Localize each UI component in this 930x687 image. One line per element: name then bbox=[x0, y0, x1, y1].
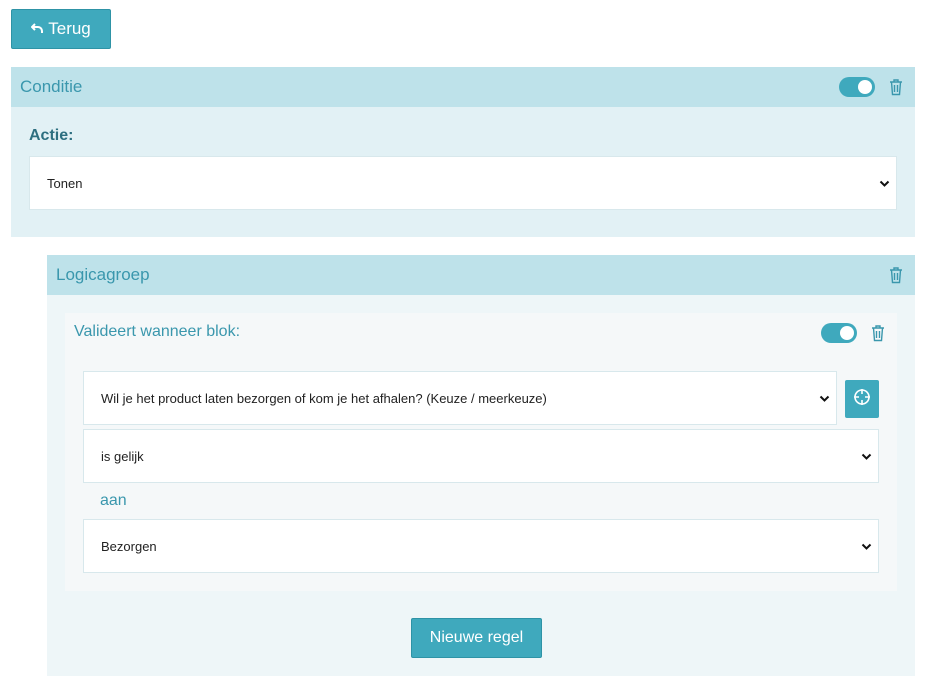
trash-icon[interactable] bbox=[888, 78, 904, 96]
validation-block: Valideert wanneer blok: Wil je het produ… bbox=[65, 313, 897, 591]
value-select[interactable]: Bezorgen bbox=[83, 519, 879, 573]
logic-group-header: Logicagroep bbox=[47, 255, 915, 295]
chevron-down-icon bbox=[861, 539, 872, 554]
logic-group-panel: Logicagroep Valideert wanneer blok: Wil … bbox=[47, 255, 915, 676]
condition-toggle[interactable] bbox=[839, 77, 875, 97]
action-label: Actie: bbox=[29, 127, 74, 144]
connector-text: aan bbox=[100, 492, 127, 509]
action-select-value: Tonen bbox=[47, 175, 83, 191]
logic-group-title: Logicagroep bbox=[56, 265, 150, 284]
value-select-value: Bezorgen bbox=[101, 538, 157, 554]
validation-toggle[interactable] bbox=[821, 323, 857, 343]
crosshair-icon bbox=[853, 388, 871, 411]
validation-block-title: Valideert wanneer blok: bbox=[74, 323, 241, 340]
condition-title: Conditie bbox=[20, 77, 83, 96]
chevron-down-icon bbox=[819, 391, 830, 406]
chevron-down-icon bbox=[861, 449, 872, 464]
trash-icon[interactable] bbox=[888, 266, 904, 284]
new-rule-button[interactable]: Nieuwe regel bbox=[411, 618, 542, 658]
operator-select-value: is gelijk bbox=[101, 448, 144, 464]
action-select[interactable]: Tonen bbox=[29, 156, 897, 210]
operator-select[interactable]: is gelijk bbox=[83, 429, 879, 483]
condition-header: Conditie bbox=[11, 67, 915, 107]
target-button[interactable] bbox=[845, 380, 879, 418]
chevron-down-icon bbox=[879, 176, 890, 191]
back-button[interactable]: Terug bbox=[11, 9, 111, 49]
condition-panel: Conditie Actie: Tonen bbox=[11, 67, 915, 237]
trash-icon[interactable] bbox=[870, 324, 886, 342]
back-button-label: Terug bbox=[48, 19, 91, 38]
question-select[interactable]: Wil je het product laten bezorgen of kom… bbox=[83, 371, 837, 425]
undo-icon bbox=[30, 21, 44, 38]
question-select-value: Wil je het product laten bezorgen of kom… bbox=[101, 390, 547, 406]
